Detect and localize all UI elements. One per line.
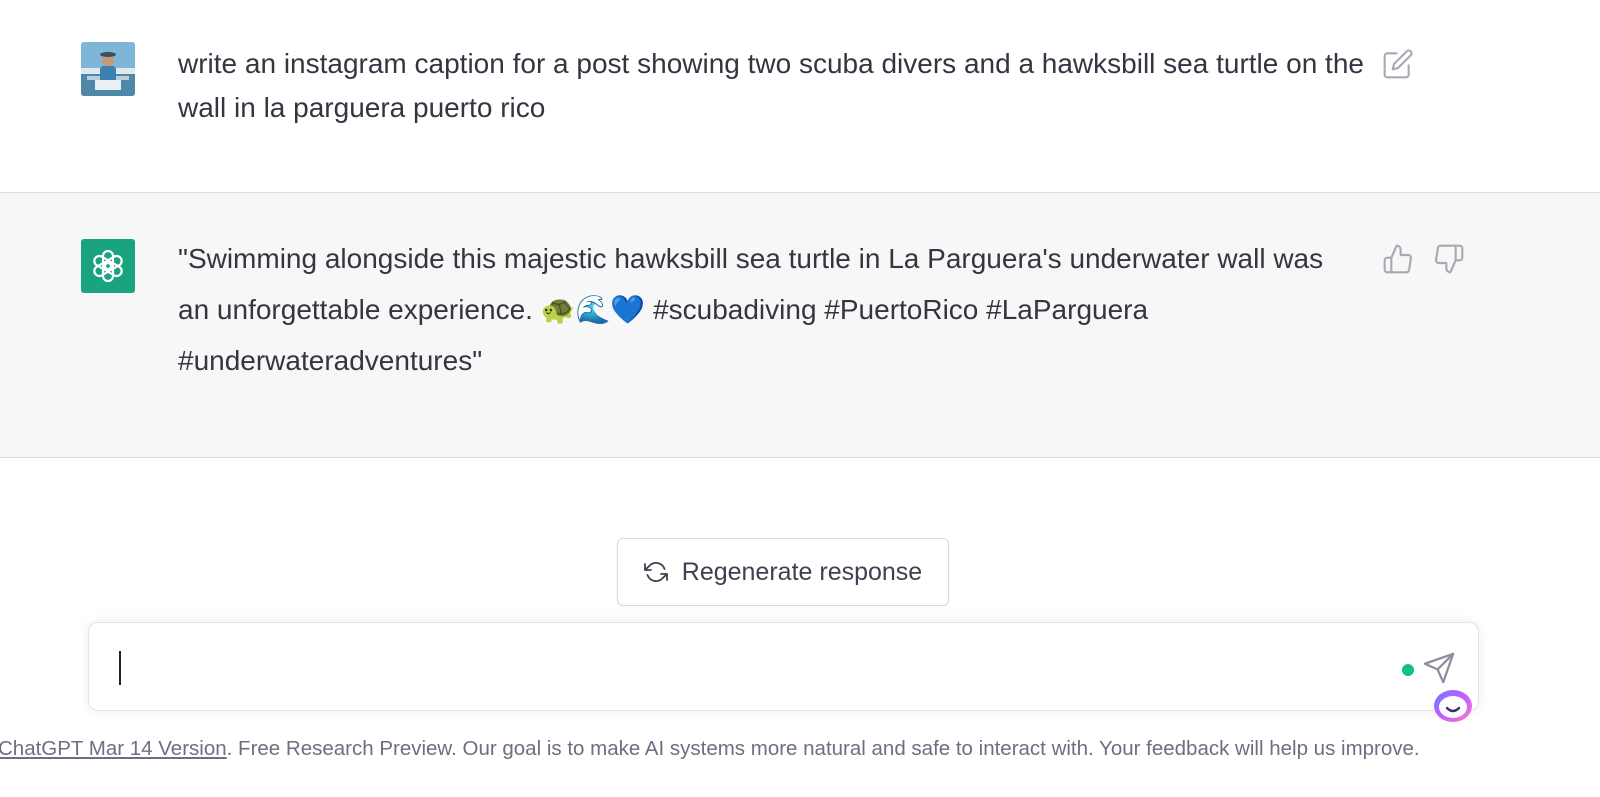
- text-caret: [119, 651, 121, 685]
- footer-text: . Free Research Preview. Our goal is to …: [226, 737, 1420, 760]
- status-dot: [1402, 664, 1414, 676]
- assistant-extension-button[interactable]: [1431, 686, 1475, 724]
- assistant-extension-icon: [1434, 690, 1472, 722]
- pencil-square-icon: [1383, 49, 1413, 79]
- assistant-avatar: [81, 239, 135, 293]
- thumbs-up-icon: [1383, 244, 1412, 274]
- assistant-message-text: "Swimming alongside this majestic hawksb…: [178, 243, 1324, 376]
- chat-page: write an instagram caption for a post sh…: [0, 0, 1600, 797]
- version-link[interactable]: ChatGPT Mar 14 Version: [0, 737, 227, 760]
- thumbs-down-icon: [1435, 244, 1464, 274]
- openai-logo-icon: [93, 249, 123, 283]
- send-button[interactable]: [1422, 651, 1456, 685]
- regenerate-response-label: Regenerate response: [681, 557, 923, 586]
- regenerate-response-button[interactable]: Regenerate response: [617, 538, 949, 606]
- assistant-message-row: "Swimming alongside this majestic hawksb…: [0, 193, 1600, 458]
- message-input[interactable]: [117, 647, 1321, 689]
- footer-notice: ChatGPT Mar 14 Version. Free Research Pr…: [0, 736, 1600, 762]
- message-composer: [88, 622, 1479, 711]
- refresh-icon: [643, 562, 668, 582]
- paper-plane-icon: [1423, 652, 1455, 684]
- thumbs-up-button[interactable]: [1382, 243, 1414, 275]
- edit-button[interactable]: [1382, 48, 1414, 80]
- thumbs-down-button[interactable]: [1433, 243, 1465, 275]
- user-avatar: [81, 42, 135, 96]
- user-message-text: write an instagram caption for a post sh…: [178, 48, 1364, 123]
- user-message-row: write an instagram caption for a post sh…: [0, 0, 1600, 193]
